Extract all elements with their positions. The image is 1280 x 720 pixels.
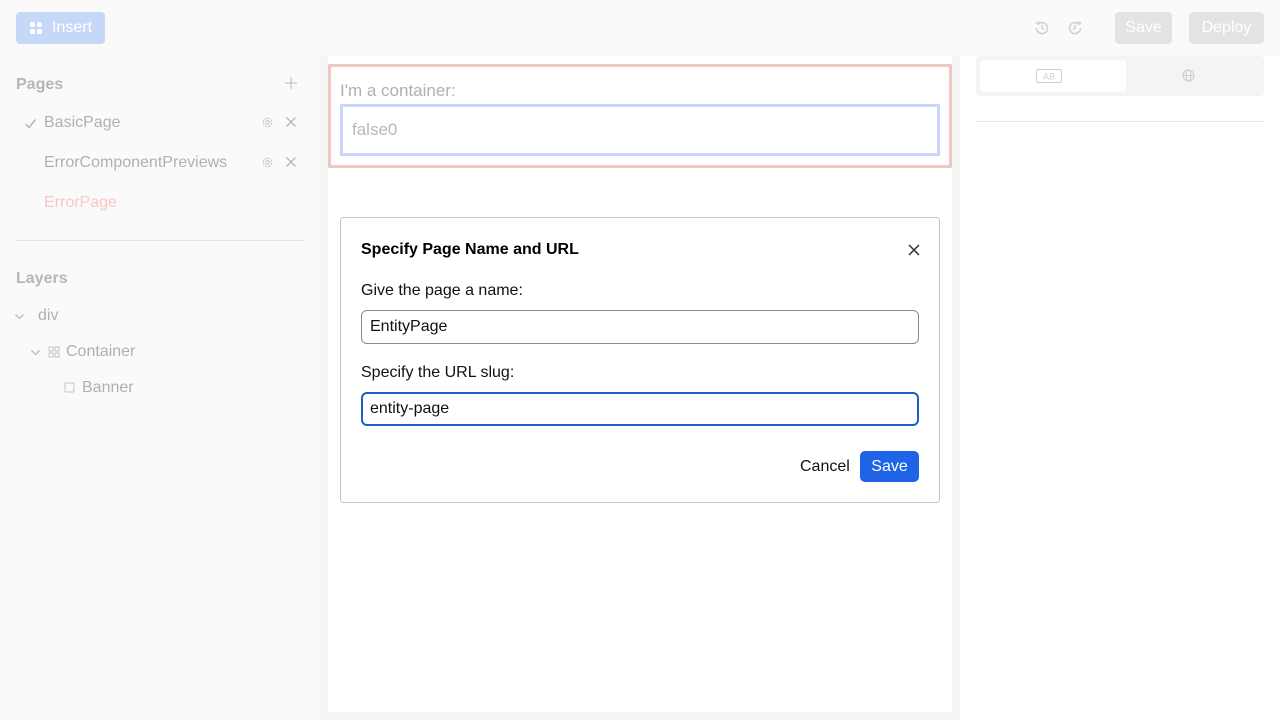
page-item-errorcomponentpreviews[interactable]: ErrorComponentPreviews bbox=[0, 152, 320, 176]
undo-history-icon[interactable] bbox=[1033, 19, 1051, 37]
left-sidebar: Pages BasicPage ErrorComponentPreviews E… bbox=[0, 56, 320, 720]
layer-item-container[interactable]: Container bbox=[66, 343, 135, 361]
gear-icon[interactable] bbox=[261, 116, 274, 129]
layer-item-banner[interactable]: Banner bbox=[82, 379, 134, 397]
save-button[interactable]: Save bbox=[1115, 12, 1172, 44]
close-icon[interactable] bbox=[285, 156, 297, 168]
deploy-button[interactable]: Deploy bbox=[1189, 12, 1264, 44]
page-item-label: BasicPage bbox=[44, 114, 121, 131]
layers-section-title: Layers bbox=[16, 270, 68, 287]
page-item-label: ErrorPage bbox=[44, 194, 117, 211]
banner-text: false0 bbox=[352, 120, 398, 139]
page-item-label: ErrorComponentPreviews bbox=[44, 154, 228, 171]
close-icon[interactable] bbox=[907, 243, 921, 257]
insert-button-label: Insert bbox=[52, 19, 93, 36]
redo-history-icon[interactable] bbox=[1066, 19, 1084, 37]
container-icon bbox=[48, 346, 60, 358]
chevron-down-icon[interactable] bbox=[14, 311, 25, 322]
app-root: Insert Save Deploy Pages BasicPage Error… bbox=[0, 0, 1280, 720]
top-toolbar: Insert Save Deploy bbox=[0, 0, 1280, 56]
close-icon[interactable] bbox=[285, 116, 297, 128]
pages-section-title: Pages bbox=[16, 76, 64, 93]
dialog-title: Specify Page Name and URL bbox=[361, 241, 579, 258]
text-style-icon: AB bbox=[1036, 69, 1062, 83]
insert-button[interactable]: Insert bbox=[16, 12, 105, 44]
chevron-down-icon[interactable] bbox=[30, 347, 41, 358]
banner-icon bbox=[64, 382, 75, 393]
globe-icon[interactable] bbox=[1182, 69, 1195, 82]
url-slug-input[interactable] bbox=[361, 392, 919, 426]
container-label: I'm a container: bbox=[340, 81, 456, 100]
dialog-save-button[interactable]: Save bbox=[860, 451, 919, 482]
add-page-icon[interactable] bbox=[284, 76, 298, 90]
text-style-badge: AB bbox=[1043, 72, 1055, 82]
page-item-basicpage[interactable]: BasicPage bbox=[0, 112, 320, 136]
url-slug-label: Specify the URL slug: bbox=[361, 364, 515, 381]
sidebar-divider bbox=[16, 240, 304, 241]
check-icon bbox=[24, 119, 37, 129]
page-name-label: Give the page a name: bbox=[361, 282, 523, 299]
banner-component[interactable] bbox=[340, 104, 940, 156]
page-name-input[interactable] bbox=[361, 310, 919, 344]
cancel-button[interactable]: Cancel bbox=[800, 456, 850, 478]
page-name-dialog bbox=[340, 217, 940, 503]
page-item-errorpage[interactable]: ErrorPage bbox=[0, 192, 320, 216]
layer-item-div[interactable]: div bbox=[38, 307, 58, 325]
grid-icon bbox=[30, 22, 42, 34]
gear-icon[interactable] bbox=[261, 156, 274, 169]
right-panel-divider bbox=[976, 121, 1264, 122]
